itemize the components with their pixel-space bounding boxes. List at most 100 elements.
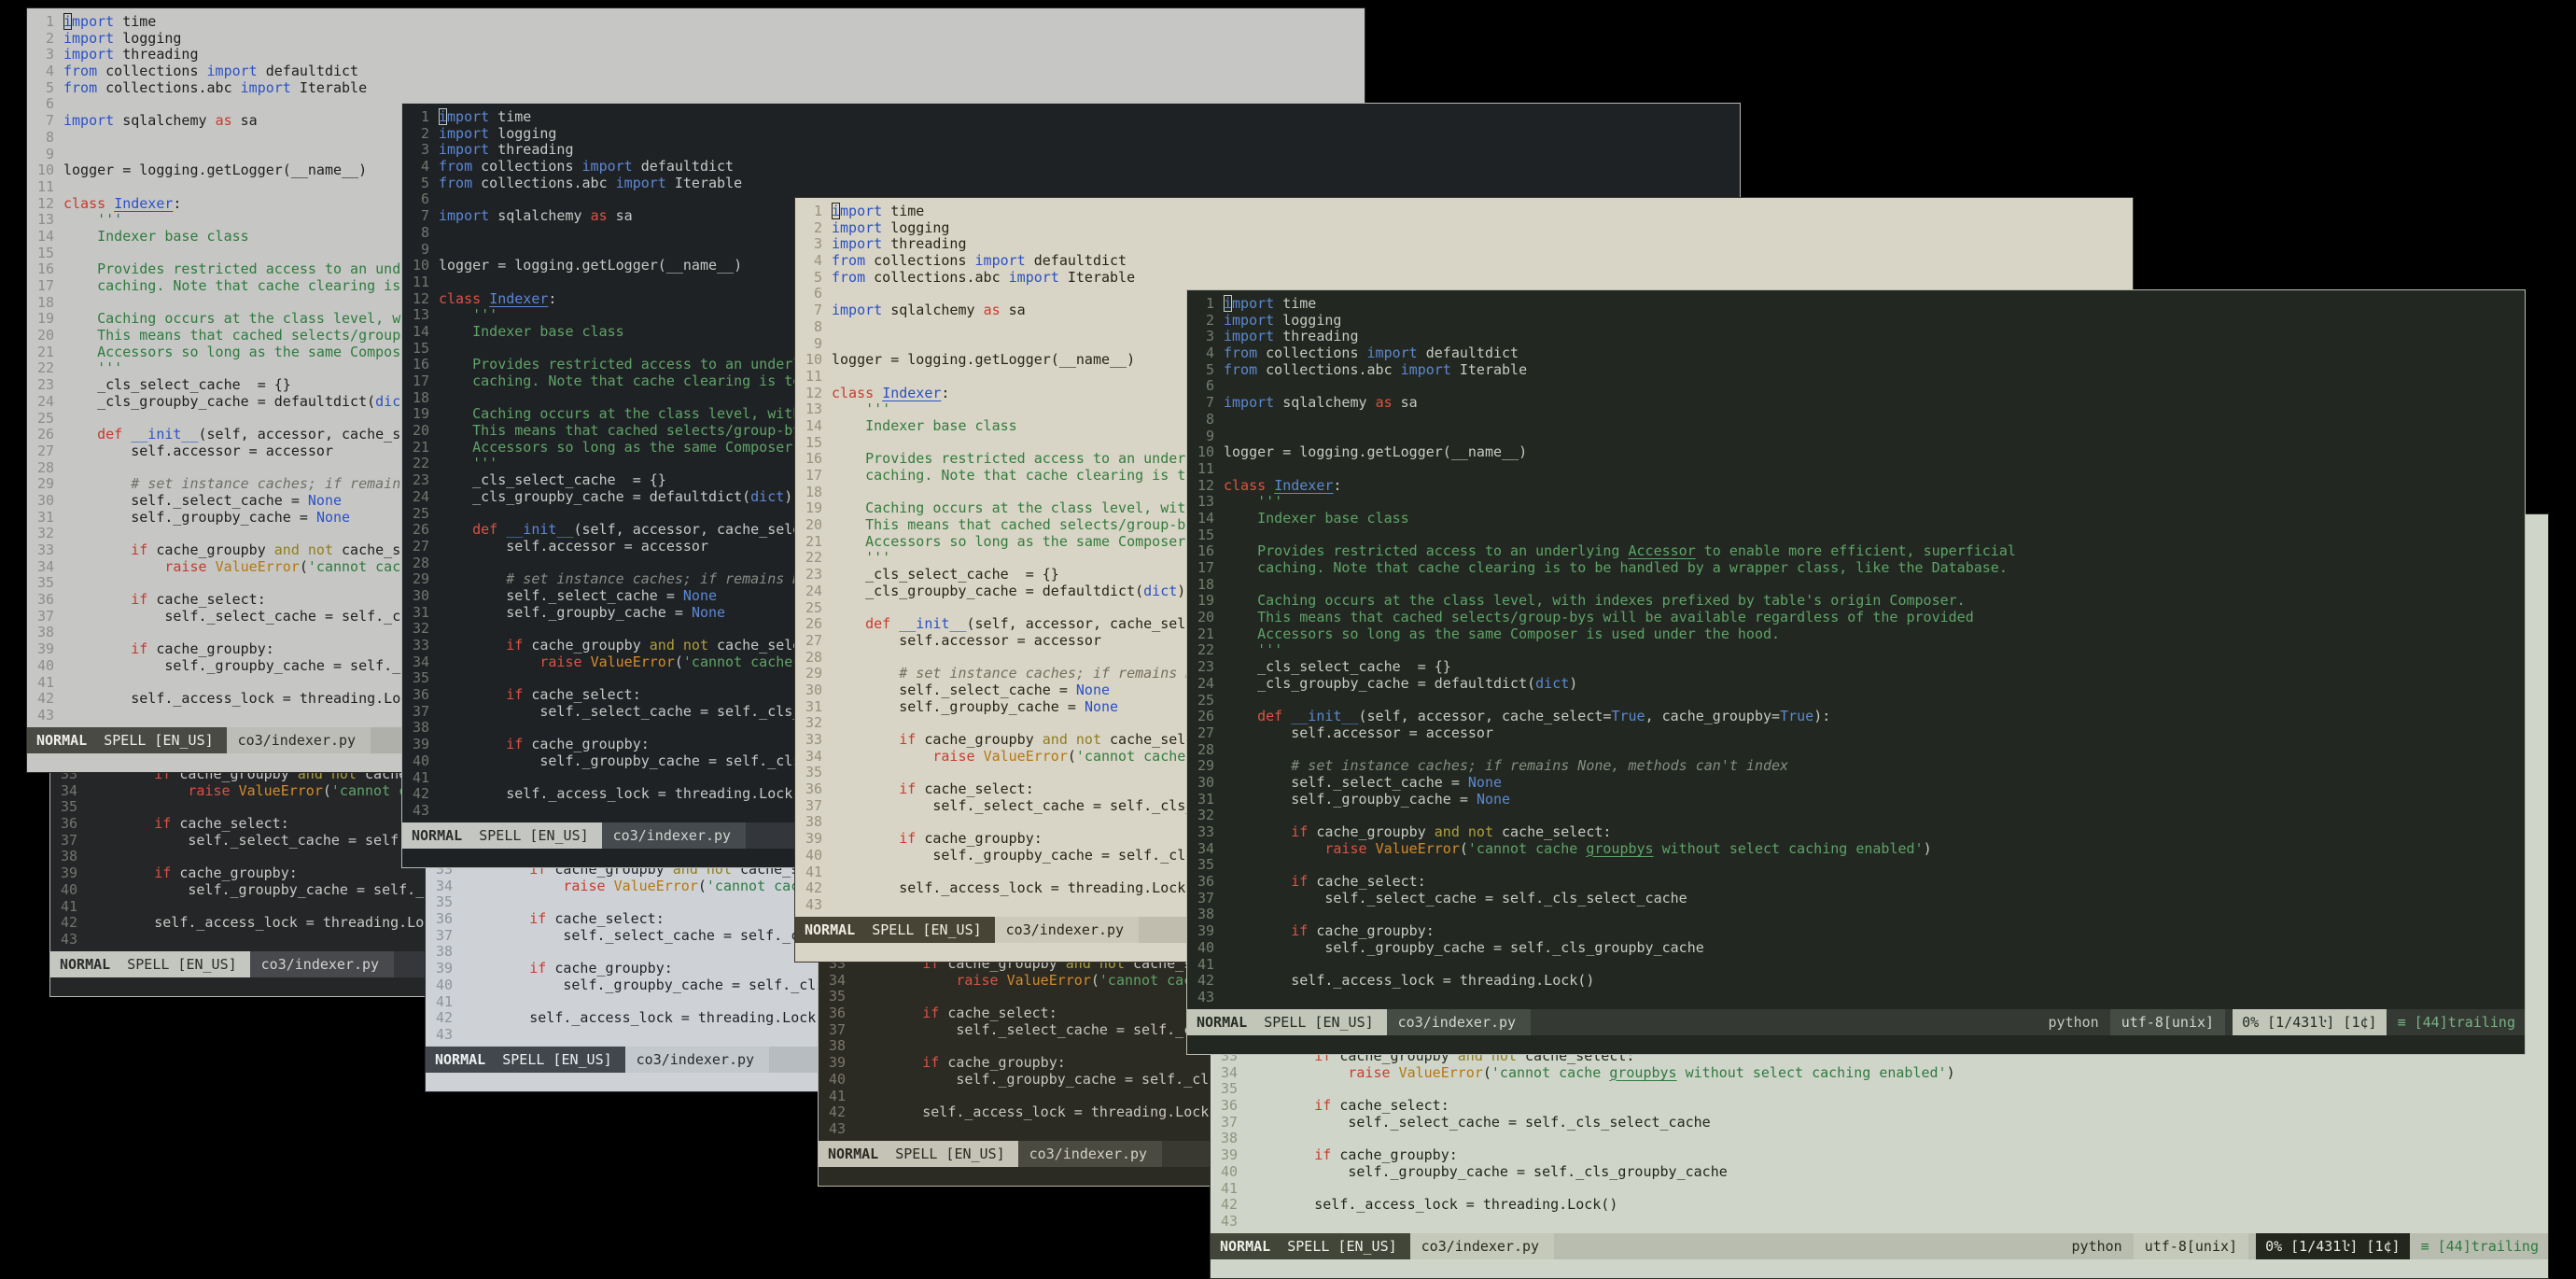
line-number: 33 bbox=[805, 731, 822, 748]
code-line: 22 ''' bbox=[1194, 642, 2525, 659]
code-line: 7import sqlalchemy as sa bbox=[1194, 394, 2525, 412]
code-line: 20 This means that cached selects/group-… bbox=[1194, 609, 2525, 626]
code-line: 21 Accessors so long as the same Compose… bbox=[1194, 625, 2525, 643]
line-number: 12 bbox=[412, 289, 429, 307]
code-line: 36 if cache_select: bbox=[1194, 873, 2525, 891]
file-name: co3/indexer.py bbox=[249, 951, 395, 977]
code-line: 13 ''' bbox=[1194, 493, 2525, 511]
line-number: 37 bbox=[805, 796, 822, 814]
line-number: 40 bbox=[435, 976, 453, 993]
code-line: 41 bbox=[1217, 1179, 2548, 1198]
line-number: 29 bbox=[412, 570, 429, 588]
line-number: 26 bbox=[805, 615, 822, 633]
code-line: 4from collections import defaultdict bbox=[34, 63, 1365, 80]
line-number: 11 bbox=[805, 367, 822, 385]
line-number: 37 bbox=[828, 1020, 846, 1038]
code-area[interactable]: 1import time2import logging3import threa… bbox=[1187, 290, 2525, 1009]
line-number: 31 bbox=[805, 697, 822, 715]
line-number: 20 bbox=[36, 327, 54, 344]
line-number: 5 bbox=[45, 78, 54, 96]
line-number: 40 bbox=[36, 656, 54, 674]
line-number: 43 bbox=[36, 706, 54, 724]
mode-indicator: NORMAL SPELL [EN_US] bbox=[1211, 1233, 1410, 1259]
line-number: 18 bbox=[1197, 575, 1214, 593]
line-number: 30 bbox=[1197, 773, 1214, 791]
line-number: 2 bbox=[1205, 311, 1214, 329]
line-number: 35 bbox=[805, 764, 822, 781]
spell-indicator: SPELL [EN_US] bbox=[127, 956, 237, 973]
line-number: 33 bbox=[1197, 823, 1214, 840]
code-line: 38 bbox=[1217, 1131, 2548, 1147]
code-line: 4from collections import defaultdict bbox=[409, 158, 1740, 176]
code-line: 39 if cache_groupby: bbox=[1217, 1146, 2548, 1164]
encoding-indicator: utf-8[unix] bbox=[2109, 1009, 2226, 1035]
line-number: 36 bbox=[412, 686, 429, 704]
line-number: 17 bbox=[412, 372, 429, 389]
status-bar: NORMAL SPELL [EN_US] co3/indexer.py python… bbox=[1187, 1009, 2525, 1035]
line-number: 14 bbox=[1197, 509, 1214, 527]
line-number: 18 bbox=[805, 483, 822, 500]
line-number: 37 bbox=[412, 702, 429, 720]
mode-indicator: NORMAL SPELL [EN_US] bbox=[50, 951, 250, 977]
line-number: 27 bbox=[805, 631, 822, 649]
line-number: 19 bbox=[1197, 592, 1214, 610]
position-indicator: 0% [1/431ŀ] [1¢] bbox=[2233, 1009, 2387, 1035]
code-line: 23 _cls_select_cache = {} bbox=[1194, 658, 2525, 676]
code-line: 41 bbox=[1194, 955, 2525, 974]
line-number: 42 bbox=[435, 1009, 453, 1027]
code-line: 33 if cache_groupby and not cache_select… bbox=[1194, 823, 2525, 841]
whitespace-warning: ≡ [44]trailing bbox=[2397, 1014, 2515, 1031]
line-number: 26 bbox=[36, 426, 54, 443]
line-number: 3 bbox=[813, 235, 822, 253]
line-number: 27 bbox=[36, 442, 54, 459]
code-line: 3import threading bbox=[1194, 329, 2525, 345]
mode-indicator: NORMAL SPELL [EN_US] bbox=[819, 1141, 1018, 1167]
line-number: 38 bbox=[1220, 1130, 1238, 1147]
code-line: 4from collections import defaultdict bbox=[1194, 344, 2525, 362]
code-line: 1import time bbox=[409, 108, 1740, 126]
line-number: 34 bbox=[805, 747, 822, 765]
code-line: 2import logging bbox=[34, 30, 1365, 48]
line-number: 16 bbox=[36, 260, 54, 278]
line-number: 6 bbox=[45, 95, 54, 113]
line-number: 43 bbox=[60, 930, 77, 948]
line-number: 6 bbox=[813, 285, 822, 302]
line-number: 28 bbox=[805, 648, 822, 666]
line-number: 6 bbox=[420, 190, 429, 208]
code-line: 40 self._groupby_cache = self._cls_group… bbox=[1194, 939, 2525, 957]
code-line: 18 bbox=[1194, 575, 2525, 594]
line-number: 41 bbox=[828, 1087, 846, 1104]
line-number: 30 bbox=[36, 491, 54, 509]
status-right: python utf-8[unix] 0% [1/431ŀ] [1¢] ≡ [44]t… bbox=[2037, 1009, 2525, 1035]
command-line bbox=[1211, 1259, 2548, 1278]
line-number: 31 bbox=[1197, 790, 1214, 808]
line-number: 25 bbox=[805, 598, 822, 616]
line-number: 38 bbox=[36, 624, 54, 641]
line-number: 5 bbox=[420, 174, 429, 191]
line-number: 39 bbox=[36, 640, 54, 658]
line-number: 43 bbox=[1197, 988, 1214, 1005]
line-number: 35 bbox=[1220, 1080, 1238, 1098]
code-line: 43 bbox=[1194, 988, 2525, 1006]
line-number: 13 bbox=[1197, 493, 1214, 511]
line-number: 36 bbox=[1197, 873, 1214, 891]
spell-indicator: SPELL [EN_US] bbox=[502, 1051, 612, 1068]
file-name: co3/indexer.py bbox=[1409, 1233, 1555, 1259]
line-number: 34 bbox=[60, 781, 77, 799]
line-number: 31 bbox=[412, 603, 429, 621]
line-number: 16 bbox=[412, 356, 429, 373]
line-number: 38 bbox=[60, 848, 77, 865]
line-number: 39 bbox=[1197, 922, 1214, 940]
line-number: 34 bbox=[36, 557, 54, 575]
line-number: 18 bbox=[36, 293, 54, 311]
line-number: 21 bbox=[805, 532, 822, 550]
line-number: 42 bbox=[828, 1103, 846, 1121]
terminal-window-7[interactable]: 1 import time 2 import logging 3 import threa… bbox=[1186, 289, 2526, 1055]
line-number: 41 bbox=[1220, 1179, 1238, 1197]
line-number: 41 bbox=[1197, 955, 1214, 973]
line-number: 9 bbox=[1205, 427, 1214, 444]
code-line: 32 bbox=[1194, 808, 2525, 824]
line-number: 7 bbox=[420, 207, 429, 225]
line-number: 18 bbox=[412, 388, 429, 406]
line-number: 37 bbox=[1220, 1113, 1238, 1131]
